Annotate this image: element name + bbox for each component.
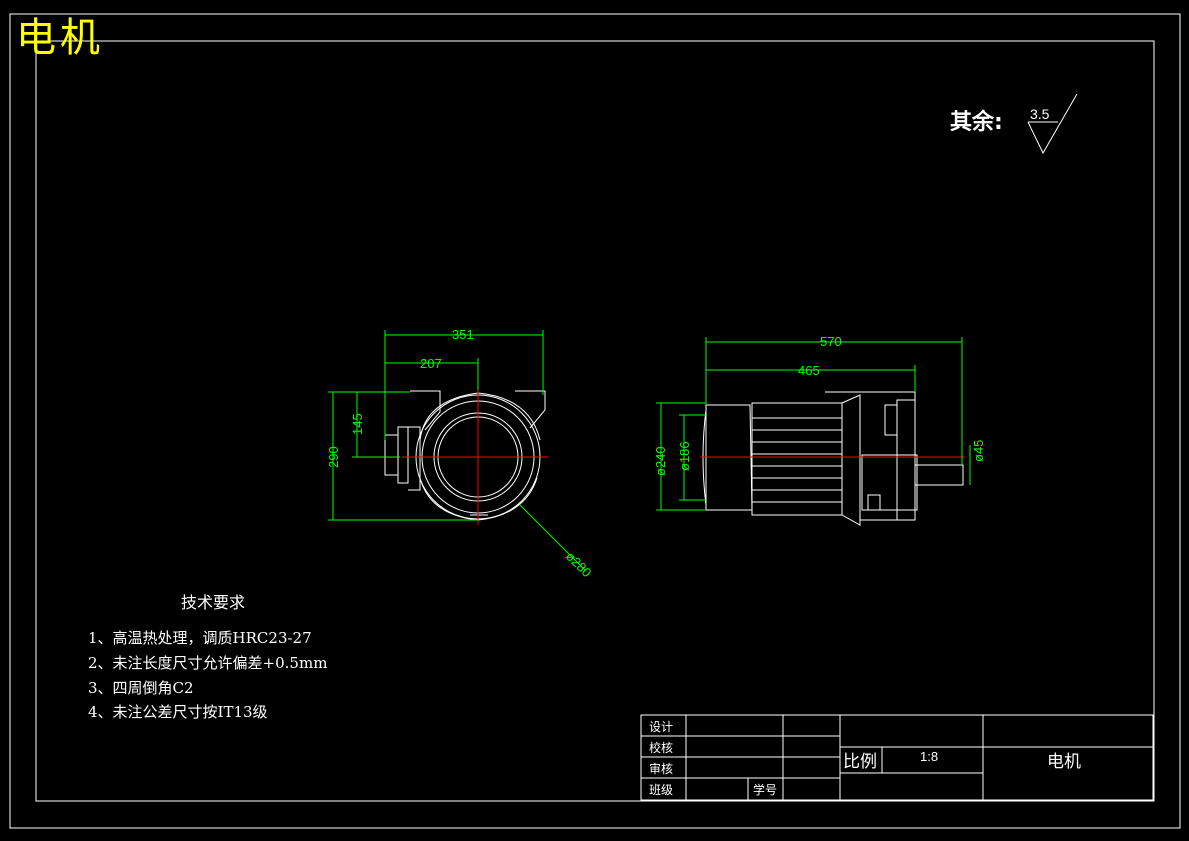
- tb-review: 审核: [649, 761, 673, 776]
- tech-requirement-item: 2、未注长度尺寸允许偏差+0.5mm: [88, 654, 328, 672]
- side-view: [702, 391, 964, 526]
- tb-scale-value: 1:8: [920, 749, 938, 764]
- dim-145: 145: [350, 413, 365, 435]
- dim-280: ø280: [563, 549, 595, 581]
- tb-scale-label: 比例: [843, 752, 877, 771]
- tb-check: 校核: [649, 740, 673, 755]
- tb-design: 设计: [649, 720, 673, 734]
- roughness-label: 其余:: [950, 110, 1003, 135]
- tb-class: 班级: [649, 783, 673, 797]
- front-view: [384, 390, 546, 521]
- dim-45: ø45: [971, 440, 986, 462]
- tb-part-name: 电机: [1047, 752, 1081, 771]
- dim-290: 290: [326, 446, 341, 468]
- tech-requirement-item: 1、高温热处理，调质HRC23-27: [88, 629, 312, 647]
- roughness-symbol: 3.5: [1027, 93, 1078, 155]
- dim-240: ø240: [653, 446, 668, 476]
- dim-351: 351: [452, 327, 474, 342]
- tech-requirement-item: 4、未注公差尺寸按IT13级: [88, 703, 268, 721]
- roughness-value: 3.5: [1030, 106, 1050, 122]
- tech-requirement-item: 3、四周倒角C2: [88, 679, 194, 697]
- tech-requirements-title: 技术要求: [181, 593, 246, 612]
- dim-186: ø186: [677, 441, 692, 471]
- tb-student-id: 学号: [753, 782, 777, 797]
- front-dimensions: [328, 330, 586, 571]
- front-centerlines: [402, 385, 548, 525]
- drawing-title: 电机: [16, 15, 104, 61]
- dim-570: 570: [820, 334, 842, 349]
- dim-207: 207: [420, 356, 442, 371]
- dim-465: 465: [798, 363, 820, 378]
- inner-frame: [35, 40, 1155, 802]
